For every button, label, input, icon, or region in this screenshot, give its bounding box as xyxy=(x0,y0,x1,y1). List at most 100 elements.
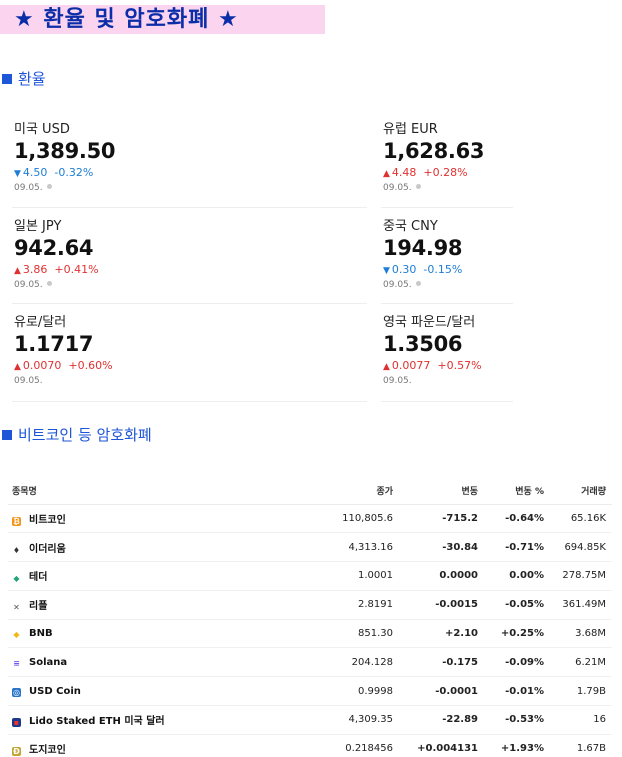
crypto-change-pct: +0.25% xyxy=(484,619,550,649)
crypto-row[interactable]: ◎ USD Coin 0.9998 -0.0001 -0.01% 1.79B xyxy=(8,676,612,707)
triangle-down-icon: ▼ xyxy=(383,266,390,276)
crypto-name-cell[interactable]: ♦ 이더리움 xyxy=(8,532,236,563)
fx-change: ▲ 0.0070 +0.60% xyxy=(14,359,214,372)
status-dot-icon xyxy=(415,281,421,286)
crypto-row[interactable]: ♦ 이더리움 4,313.16 -30.84 -0.71% 694.85K xyxy=(8,532,612,563)
col-header-pct[interactable]: 변동 % xyxy=(484,478,550,505)
crypto-volume: 16 xyxy=(550,705,612,735)
fx-card[interactable]: 유로/달러 1.1717 ▲ 0.0070 +0.60% 09.05. xyxy=(14,311,214,386)
fx-name: 유럽 EUR xyxy=(383,122,438,137)
fx-card[interactable]: 유럽 EUR 1,628.63 ▲ 4.48 +0.28% 09.05. xyxy=(383,118,583,193)
crypto-name-cell[interactable]: ✕ 리플 xyxy=(8,590,236,620)
status-dot-icon xyxy=(415,184,421,189)
crypto-change: +0.004131 xyxy=(399,734,484,757)
triangle-up-icon: ▲ xyxy=(383,362,390,372)
crypto-name-cell[interactable]: ◎ USD Coin xyxy=(8,676,236,707)
fx-value: 1,389.50 xyxy=(14,139,116,163)
fx-change: ▲ 0.0077 +0.57% xyxy=(383,359,583,372)
fx-date: 09.05. xyxy=(383,376,412,386)
crypto-row[interactable]: ◆ 테더 1.0001 0.0000 0.00% 278.75M xyxy=(8,561,612,591)
crypto-name-cell[interactable]: ≡ Solana xyxy=(8,647,236,678)
page-title-banner: ★ 환율 및 암호화폐 ★ xyxy=(0,5,325,34)
crypto-name-cell[interactable]: Ð 도지코인 xyxy=(8,734,236,757)
col-header-change[interactable]: 변동 xyxy=(399,478,484,505)
crypto-row[interactable]: ₿ 비트코인 110,805.6 -715.2 -0.64% 65.16K xyxy=(8,504,612,534)
fx-date: 09.05. xyxy=(383,183,583,193)
col-header-volume[interactable]: 거래량 xyxy=(550,478,612,505)
crypto-price: 851.30 xyxy=(236,619,399,649)
divider xyxy=(12,207,367,208)
crypto-volume: 278.75M xyxy=(550,561,612,591)
crypto-change-pct: -0.09% xyxy=(484,647,550,678)
crypto-section-title: 비트코인 등 암호화폐 xyxy=(2,424,152,445)
crypto-change: -0.175 xyxy=(399,647,484,678)
crypto-name-cell[interactable]: ◆ 테더 xyxy=(8,561,236,591)
crypto-volume: 694.85K xyxy=(550,532,612,563)
tether-icon: ◆ xyxy=(13,574,20,584)
col-header-name[interactable]: 종목명 xyxy=(8,478,236,505)
fx-change: ▼ 4.50 -0.32% xyxy=(14,166,214,179)
fx-change-value: 0.0077 xyxy=(391,359,431,372)
ethereum-icon: ♦ xyxy=(12,545,21,555)
fx-change: ▲ 4.48 +0.28% xyxy=(383,166,583,179)
solana-icon: ≡ xyxy=(13,658,20,668)
crypto-row[interactable]: ▪ Lido Staked ETH 미국 달러 4,309.35 -22.89 -0.5… xyxy=(8,705,612,735)
triangle-down-icon: ▼ xyxy=(14,169,21,179)
crypto-name-cell[interactable]: ₿ 비트코인 xyxy=(8,504,236,534)
fx-name: 중국 CNY xyxy=(383,219,438,234)
fx-change-value: 0.30 xyxy=(391,263,417,276)
fx-name: 영국 파운드/달러 xyxy=(383,315,476,330)
fx-change-pct: +0.60% xyxy=(68,359,113,372)
crypto-change: 0.0000 xyxy=(399,561,484,591)
fx-change-pct: -0.15% xyxy=(423,263,463,276)
crypto-change: -30.84 xyxy=(399,532,484,563)
crypto-volume: 1.79B xyxy=(550,676,612,707)
fx-card[interactable]: 영국 파운드/달러 1.3506 ▲ 0.0077 +0.57% 09.05. xyxy=(383,311,583,386)
crypto-name-cell[interactable]: ◆ BNB xyxy=(8,619,236,649)
crypto-table: 종목명 종가 변동 변동 % 거래량 ₿ 비트코인 110,805.6 -715.2-… xyxy=(8,478,612,757)
fx-name: 일본 JPY xyxy=(14,219,62,234)
fx-name: 유로/달러 xyxy=(14,315,67,330)
crypto-change: -0.0015 xyxy=(399,590,484,620)
fx-change-pct: -0.32% xyxy=(54,166,94,179)
crypto-row[interactable]: ◆ BNB 851.30 +2.10 +0.25% 3.68M xyxy=(8,619,612,649)
divider xyxy=(381,207,513,208)
triangle-up-icon: ▲ xyxy=(14,266,21,276)
col-header-price[interactable]: 종가 xyxy=(236,478,399,505)
crypto-table-header: 종목명 종가 변동 변동 % 거래량 xyxy=(8,478,612,505)
crypto-row[interactable]: ✕ 리플 2.8191 -0.0015 -0.05% 361.49M xyxy=(8,590,612,620)
fx-change-pct: +0.57% xyxy=(437,359,482,372)
divider xyxy=(12,303,367,304)
triangle-up-icon: ▲ xyxy=(14,362,21,372)
crypto-change-pct: +1.93% xyxy=(484,734,550,757)
fx-card[interactable]: 일본 JPY 942.64 ▲ 3.86 +0.41% 09.05. xyxy=(14,215,214,290)
fx-card[interactable]: 중국 CNY 194.98 ▼ 0.30 -0.15% 09.05. xyxy=(383,215,583,290)
crypto-change-pct: -0.64% xyxy=(484,504,550,534)
divider xyxy=(381,401,513,402)
fx-value: 1.3506 xyxy=(383,332,463,356)
fx-name: 미국 USD xyxy=(14,122,70,137)
crypto-change-pct: -0.71% xyxy=(484,532,550,563)
crypto-volume: 3.68M xyxy=(550,619,612,649)
lido-steth-icon: ▪ xyxy=(12,718,21,728)
crypto-change: +2.10 xyxy=(399,619,484,649)
usd-coin-icon: ◎ xyxy=(12,687,21,697)
crypto-row[interactable]: ≡ Solana 204.128 -0.175 -0.09% 6.21M xyxy=(8,647,612,678)
status-dot-icon xyxy=(46,184,52,189)
fx-card[interactable]: 미국 USD 1,389.50 ▼ 4.50 -0.32% 09.05. xyxy=(14,118,214,193)
fx-date: 09.05. xyxy=(14,280,214,290)
crypto-name-cell[interactable]: ▪ Lido Staked ETH 미국 달러 xyxy=(8,705,236,735)
crypto-change: -715.2 xyxy=(399,504,484,534)
fx-change-value: 3.86 xyxy=(22,263,48,276)
divider xyxy=(12,401,367,402)
fx-value: 1,628.63 xyxy=(383,139,485,163)
triangle-up-icon: ▲ xyxy=(383,169,390,179)
fx-date: 09.05. xyxy=(14,183,214,193)
crypto-volume: 361.49M xyxy=(550,590,612,620)
crypto-price: 4,313.16 xyxy=(236,532,399,563)
crypto-row[interactable]: Ð 도지코인 0.218456 +0.004131 +1.93% 1.67B xyxy=(8,734,612,757)
crypto-price: 0.218456 xyxy=(236,734,399,757)
crypto-price: 0.9998 xyxy=(236,676,399,707)
fx-change-value: 4.48 xyxy=(391,166,417,179)
fx-change-pct: +0.28% xyxy=(423,166,468,179)
